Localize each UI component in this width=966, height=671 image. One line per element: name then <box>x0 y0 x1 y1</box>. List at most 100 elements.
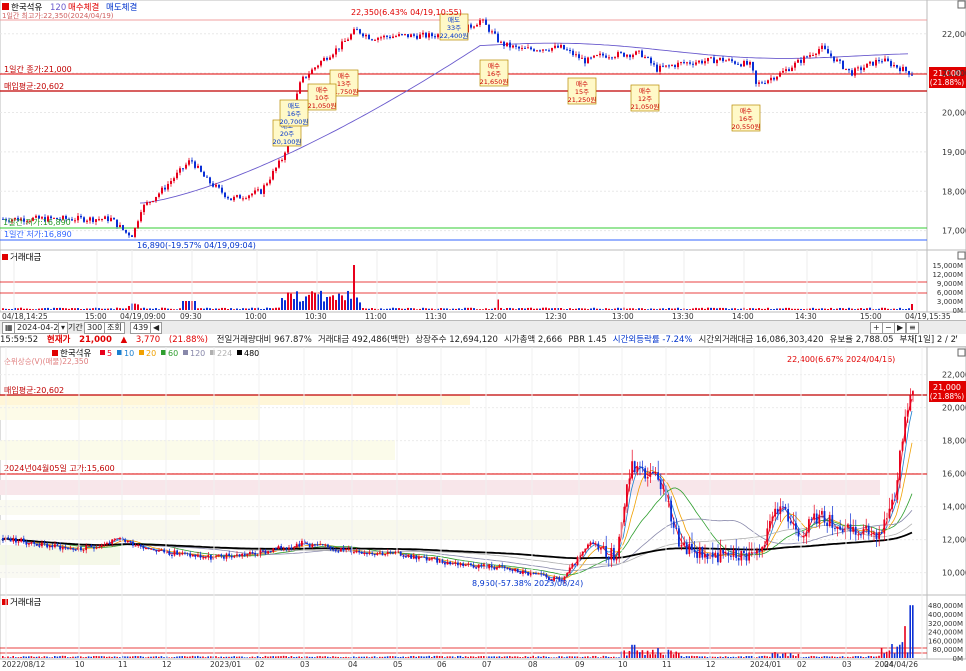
candle-body <box>554 45 556 48</box>
profile-band <box>0 395 470 405</box>
volume-bar <box>227 309 229 310</box>
volume-bar <box>158 656 160 658</box>
trade-text: 20,100원 <box>273 137 302 146</box>
candle-body <box>545 49 547 51</box>
candle-body <box>851 70 853 76</box>
candle-body <box>263 185 265 194</box>
candle-body <box>566 49 568 51</box>
candle-body <box>641 467 644 469</box>
volume-bar <box>38 656 40 658</box>
volume-bar <box>737 309 739 310</box>
volume-bar <box>550 657 553 658</box>
candle-body <box>85 545 87 551</box>
ma-swatch <box>161 350 166 355</box>
candle-body <box>592 542 594 544</box>
volume-bar <box>810 655 813 658</box>
volume-bar <box>398 308 400 310</box>
candle-body <box>483 564 485 566</box>
volume-bar <box>158 309 160 310</box>
panel-close-icon[interactable] <box>957 0 966 9</box>
candle-body <box>875 532 878 539</box>
volume-bar <box>904 626 906 658</box>
candle-body <box>748 552 750 561</box>
volume-bar <box>678 652 680 658</box>
date-dropdown-icon[interactable]: ▾ <box>58 322 69 334</box>
candle-body <box>750 552 753 554</box>
candle-body <box>301 540 303 547</box>
legend-swatch <box>2 3 9 10</box>
candle-body <box>59 545 61 550</box>
query-button[interactable]: 조회 <box>104 322 125 334</box>
zoom-out-icon[interactable]: − <box>882 322 895 334</box>
candle-body <box>264 550 267 554</box>
volume-bar <box>302 301 304 310</box>
daily-min-label: 8,950(-57.38% 2023/08/24) <box>472 579 583 588</box>
volume-bar <box>869 307 871 310</box>
candle-body <box>494 31 496 34</box>
candle-body <box>267 551 269 554</box>
volume-bar <box>883 653 885 658</box>
quote-bar: 15:59:52 현재가 21,000 ▲ 3,770 (21.88%) 전일거… <box>0 334 966 347</box>
volume-bar <box>147 656 150 658</box>
candle-body <box>38 545 41 547</box>
candle-body <box>61 546 64 550</box>
volume-bar <box>143 307 145 310</box>
volume-bar <box>632 308 634 310</box>
volume-bar <box>833 309 835 310</box>
candle-body <box>470 24 472 28</box>
volume-bar <box>558 656 560 658</box>
volume-bar <box>886 651 888 658</box>
volume-bar <box>631 644 633 658</box>
volume-bar <box>826 656 828 658</box>
volume-bar <box>376 657 378 658</box>
candle-body <box>355 550 358 553</box>
candle-body <box>860 534 862 536</box>
candle-body <box>199 554 202 558</box>
volume-bar <box>399 656 402 658</box>
volume-bar <box>475 657 477 658</box>
candle-body <box>771 516 774 522</box>
period-input[interactable]: 300 <box>84 322 106 334</box>
volume-bar <box>44 308 46 310</box>
volume-bar <box>428 308 430 310</box>
candle-body <box>834 527 836 529</box>
volume-bar <box>446 656 449 658</box>
candle-body <box>230 198 232 201</box>
volume-bar <box>766 656 768 658</box>
candle-body <box>280 545 282 549</box>
candle-body <box>596 55 598 57</box>
volume-bar <box>67 657 69 658</box>
candle-body <box>467 563 470 565</box>
volume-bar <box>866 308 868 310</box>
date-label: 02 <box>255 660 265 669</box>
candle-body <box>584 57 586 64</box>
scroll-left-icon[interactable]: ◀ <box>150 322 163 334</box>
candle-body <box>809 55 811 57</box>
zoom-in-icon[interactable]: + <box>870 322 883 334</box>
candle-body <box>186 553 189 555</box>
scroll-right-icon[interactable]: ▶ <box>894 322 907 334</box>
candle-body <box>137 544 139 546</box>
volume-bar <box>839 656 841 658</box>
candle-body <box>818 514 821 524</box>
candle-body <box>706 553 709 559</box>
volume-bar <box>698 308 700 310</box>
volume-bar <box>641 650 644 658</box>
volume-bar <box>488 309 490 310</box>
volume-bar <box>845 308 847 310</box>
volume-bar <box>635 309 637 310</box>
ma-legend-label: 480 <box>244 349 259 358</box>
candle-body <box>725 60 727 62</box>
candle-body <box>284 152 286 160</box>
settings-icon[interactable]: ≡ <box>906 322 919 334</box>
count-input[interactable]: 439 <box>130 322 152 334</box>
volume-bar <box>238 656 241 658</box>
candle-body <box>860 67 862 71</box>
volume-bar <box>47 307 49 310</box>
daily-vol-title: 거래대금 <box>10 598 41 608</box>
volume-bar <box>857 308 859 310</box>
volume-bar <box>356 297 358 310</box>
date-label: 2022/08/12 <box>2 660 45 669</box>
candle-body <box>542 49 544 51</box>
candle-body <box>161 187 163 194</box>
